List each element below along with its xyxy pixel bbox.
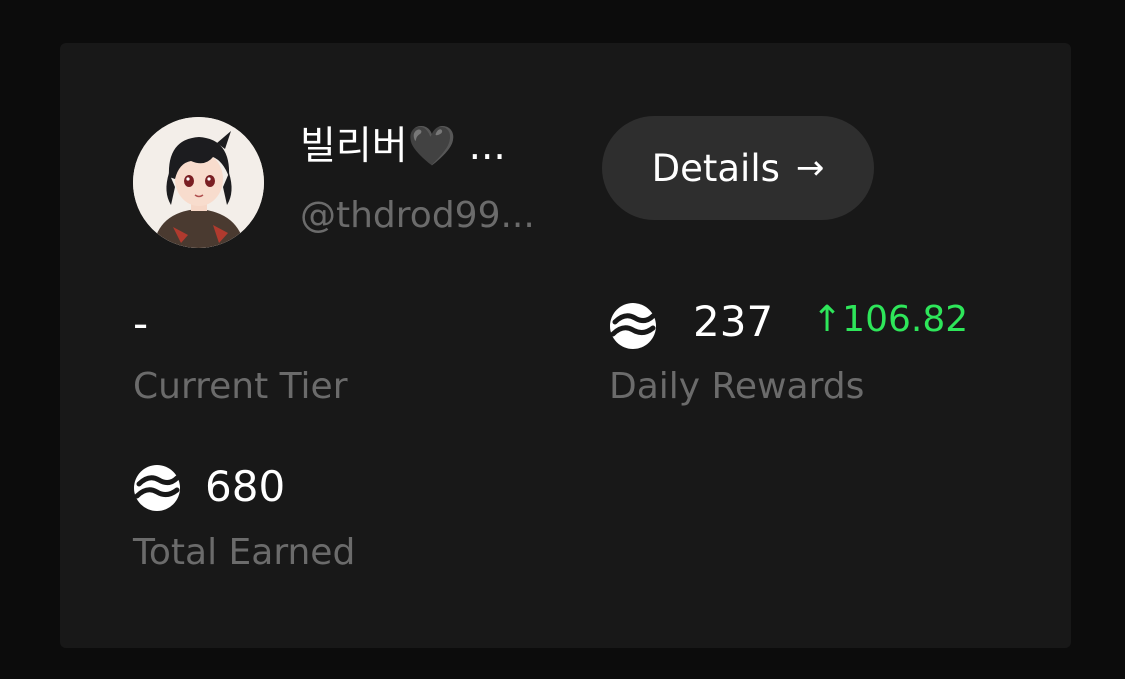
token-coin-icon (134, 465, 180, 511)
total-earned-value: 680 (205, 462, 286, 511)
avatar (133, 117, 264, 248)
display-name: 빌리버🖤 ... (300, 124, 506, 169)
token-coin-icon (610, 303, 656, 349)
rewards-card: 빌리버🖤 ... @thdrod99... Details → - Curren… (60, 43, 1071, 648)
user-handle: @thdrod99... (300, 195, 535, 236)
details-button[interactable]: Details → (602, 116, 874, 220)
daily-rewards-label: Daily Rewards (609, 366, 865, 407)
daily-rewards-value: 237 (693, 297, 774, 346)
total-earned-label: Total Earned (133, 532, 356, 573)
arrow-right-icon: → (795, 148, 825, 188)
daily-rewards-change: ↑106.82 (812, 299, 969, 340)
details-button-label: Details (651, 146, 780, 190)
current-tier-value: - (133, 299, 149, 348)
current-tier-label: Current Tier (133, 366, 348, 407)
